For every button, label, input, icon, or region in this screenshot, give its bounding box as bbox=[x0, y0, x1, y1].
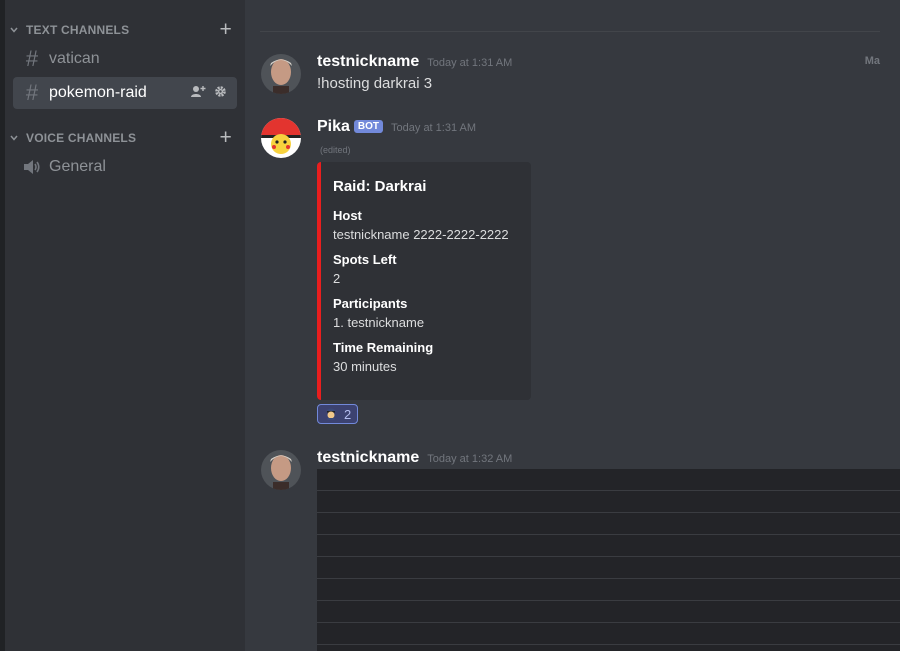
category-label: TEXT CHANNELS bbox=[26, 23, 130, 37]
channel-label: vatican bbox=[49, 50, 100, 67]
gear-icon[interactable] bbox=[214, 85, 227, 101]
embed-field-value: testnickname 2222-2222-2222 bbox=[333, 227, 509, 242]
text-channels-category[interactable]: TEXT CHANNELS + bbox=[10, 19, 232, 40]
chat-area: Ma testnickname Today at 1:31 AM !hostin… bbox=[245, 0, 900, 651]
message-author[interactable]: Pika bbox=[317, 118, 350, 136]
embed-field: Host testnickname 2222-2222-2222 bbox=[333, 207, 519, 245]
embed-field-value: 30 minutes bbox=[333, 359, 397, 374]
message-author[interactable]: testnickname bbox=[317, 53, 419, 71]
message-timestamp: Today at 1:31 AM bbox=[391, 122, 477, 134]
voice-channels-category[interactable]: VOICE CHANNELS + bbox=[10, 127, 232, 148]
embed-field: Time Remaining 30 minutes bbox=[333, 339, 519, 377]
speaker-icon bbox=[21, 159, 43, 175]
embed-field: Spots Left 2 bbox=[333, 251, 519, 289]
embed-field-name: Spots Left bbox=[333, 252, 397, 267]
plus-icon[interactable]: + bbox=[220, 19, 232, 40]
raid-embed: Raid: Darkrai Host testnickname 2222-222… bbox=[317, 162, 531, 400]
voice-channel-general[interactable]: General bbox=[13, 151, 237, 183]
embed-field: Participants 1. testnickname bbox=[333, 295, 519, 333]
reaction-button[interactable]: 2 bbox=[317, 404, 359, 424]
hash-icon: # bbox=[25, 46, 39, 71]
cop-emoji-icon bbox=[324, 406, 338, 423]
channel-pokemon-raid[interactable]: # pokemon-raid bbox=[13, 77, 237, 109]
add-member-icon[interactable] bbox=[191, 85, 206, 101]
channel-sidebar: TEXT CHANNELS + # vatican # pokemon-raid… bbox=[5, 0, 245, 651]
channel-label: pokemon-raid bbox=[49, 84, 147, 101]
avatar[interactable] bbox=[261, 54, 301, 94]
embed-title: Raid: Darkrai bbox=[333, 178, 427, 195]
embed-field-name: Host bbox=[333, 208, 362, 223]
bot-avatar[interactable] bbox=[261, 118, 301, 158]
channel-label: General bbox=[49, 158, 106, 175]
date-divider: Ma bbox=[260, 31, 880, 67]
embed-field-name: Time Remaining bbox=[333, 340, 434, 355]
message-attachment[interactable] bbox=[317, 469, 900, 651]
bot-badge: BOT bbox=[353, 120, 384, 133]
message-timestamp: Today at 1:32 AM bbox=[427, 453, 513, 465]
message-author[interactable]: testnickname bbox=[317, 449, 419, 467]
chevron-down-icon bbox=[10, 133, 22, 143]
chevron-down-icon bbox=[10, 25, 22, 35]
message-timestamp: Today at 1:31 AM bbox=[427, 57, 513, 69]
hash-icon: # bbox=[25, 80, 39, 105]
reaction-count: 2 bbox=[344, 406, 352, 422]
avatar[interactable] bbox=[261, 450, 301, 490]
message-text: !hosting darkrai 3 bbox=[317, 75, 433, 92]
embed-field-name: Participants bbox=[333, 296, 408, 311]
plus-icon[interactable]: + bbox=[220, 127, 232, 148]
date-divider-label: Ma bbox=[858, 55, 880, 67]
category-label: VOICE CHANNELS bbox=[26, 131, 137, 145]
channel-vatican[interactable]: # vatican bbox=[13, 43, 237, 75]
edited-label: (edited) bbox=[320, 145, 351, 155]
embed-field-value: 2 bbox=[333, 271, 341, 286]
embed-field-value: 1. testnickname bbox=[333, 315, 425, 330]
